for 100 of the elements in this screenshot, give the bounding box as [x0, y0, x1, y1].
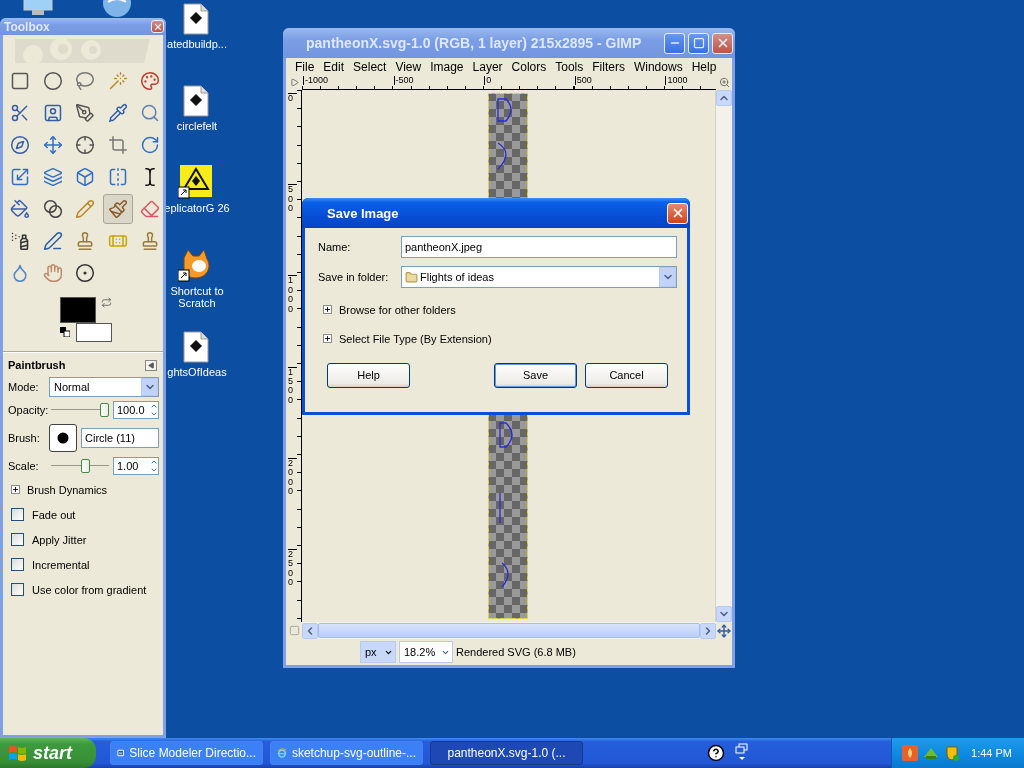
circle-dot-icon [75, 263, 95, 283]
checkbox-label[interactable]: Use color from gradient [32, 583, 147, 596]
document-icon[interactable] [183, 85, 209, 117]
menu-button[interactable] [145, 359, 157, 371]
horizontal-scrollbar[interactable] [302, 622, 716, 639]
menu-item[interactable]: File [291, 59, 320, 74]
help-button[interactable]: Help [327, 362, 410, 388]
navigate-icon[interactable] [717, 623, 731, 638]
taskbar-button[interactable]: pantheonX.svg-1.0 (... [430, 741, 583, 765]
magnifier-icon [140, 103, 160, 123]
swap-icon [101, 297, 112, 308]
hand-icon [42, 263, 63, 283]
field-label: Name: [317, 241, 352, 253]
ruler-label: 2500 [288, 549, 297, 588]
opacity-spinbox[interactable]: 100.0 [113, 400, 159, 419]
brush-field[interactable]: Circle (11) [81, 427, 159, 448]
expander-label[interactable]: Select File Type (By Extension) [339, 332, 492, 345]
vertical-scrollbar[interactable] [715, 90, 732, 622]
blend-icon [42, 199, 63, 219]
shortcut-icon[interactable] [178, 165, 212, 199]
shortcut-icon[interactable] [178, 248, 212, 282]
icon-label: eplicatorG 26 [163, 202, 231, 214]
icon-label: Shortcut to Scratch [169, 285, 225, 309]
document-icon[interactable] [183, 331, 209, 363]
name-field[interactable]: pantheonX.jpeg [401, 236, 677, 258]
brush-dot-icon [57, 431, 69, 444]
document-icon[interactable] [183, 3, 209, 35]
save-button[interactable]: Save [494, 362, 577, 388]
shield-icon[interactable] [944, 745, 961, 761]
close-button[interactable] [151, 20, 164, 33]
menu-item[interactable]: View [391, 59, 427, 74]
folder-dropdown[interactable]: Flights of ideas [401, 266, 677, 288]
rotate-icon [140, 135, 160, 155]
window-title: pantheonX.svg-1.0 (RGB, 1 layer) 215x2895 - GIMP [305, 35, 643, 51]
close-button[interactable] [667, 202, 688, 224]
checkbox[interactable] [11, 533, 24, 546]
droplet-icon [10, 263, 30, 283]
restore-icon[interactable] [735, 743, 749, 763]
background-color-swatch[interactable] [76, 323, 112, 342]
ruler-label: 500 [574, 76, 592, 85]
scale-slider[interactable] [51, 458, 109, 473]
close-button[interactable] [712, 32, 733, 54]
field-label: Brush: [8, 431, 41, 444]
field-label: Save in folder: [317, 271, 390, 283]
close-icon [152, 21, 163, 32]
pencil-icon [75, 199, 95, 219]
expander-label[interactable]: Brush Dynamics [27, 483, 108, 496]
crosshair-icon [75, 135, 95, 155]
zoom-dropdown[interactable]: 18.2% [399, 641, 453, 663]
paint-bucket-icon [10, 199, 30, 219]
minimize-button[interactable] [664, 32, 685, 54]
expand-icon[interactable] [11, 485, 20, 494]
expand-icon[interactable] [323, 305, 332, 314]
checkbox[interactable] [11, 558, 24, 571]
foreground-color-swatch[interactable] [60, 297, 96, 323]
window-title: Toolbox [3, 19, 51, 34]
checkbox-label[interactable]: Fade out [32, 508, 76, 521]
slider-thumb[interactable] [81, 458, 91, 473]
icon-label: circlefelt [175, 120, 219, 132]
dialog-title: Save Image [326, 205, 400, 221]
menu-item[interactable]: Edit [319, 59, 350, 74]
browser-icon [277, 745, 287, 761]
stamp-icon [140, 231, 160, 251]
pen-tool-icon [75, 103, 95, 123]
expander-label[interactable]: Browse for other folders [339, 303, 456, 316]
menu-item[interactable]: Image [426, 59, 469, 74]
expand-icon[interactable] [323, 334, 332, 343]
ruler-label: 1000 [288, 275, 297, 315]
menu-item[interactable]: Select [349, 59, 392, 74]
field-label: Scale: [8, 459, 40, 472]
checkbox-label[interactable]: Incremental [32, 558, 90, 571]
menu-item[interactable]: Windows [629, 59, 688, 74]
cancel-button[interactable]: Cancel [585, 362, 668, 388]
menu-item[interactable]: Tools [551, 59, 589, 74]
rectangle-select-icon [10, 71, 30, 91]
reset-colors-icon[interactable] [60, 327, 70, 337]
checkbox[interactable] [11, 508, 24, 521]
compass-icon [10, 135, 30, 155]
menu-item[interactable]: Filters [588, 59, 630, 74]
folder-icon [405, 270, 418, 284]
layers-icon [42, 167, 63, 187]
maximize-button[interactable] [688, 32, 709, 54]
spray-can-icon [10, 231, 30, 251]
help-icon[interactable] [707, 744, 725, 762]
taskbar-button[interactable]: Slice Modeler Directio... [110, 741, 263, 765]
start-button[interactable]: start [0, 738, 96, 768]
slider-thumb[interactable] [100, 402, 109, 417]
menu-item[interactable]: Help [687, 59, 722, 74]
menu-item[interactable]: Colors [507, 59, 552, 74]
status-message: Rendered SVG (6.8 MB) [456, 646, 576, 658]
mode-dropdown[interactable]: Normal [49, 376, 159, 397]
opacity-slider[interactable] [51, 402, 109, 417]
checkbox[interactable] [11, 583, 24, 596]
brush-preview[interactable] [49, 423, 77, 452]
taskbar-button[interactable]: sketchup-svg-outline-... [270, 741, 423, 765]
scale-spinbox[interactable]: 1.00 [113, 456, 159, 475]
checkbox-label[interactable]: Apply Jitter [32, 533, 87, 546]
panel-title: Paintbrush [8, 359, 66, 371]
menu-item[interactable]: Layer [468, 59, 508, 74]
unit-dropdown[interactable]: px [360, 641, 396, 663]
